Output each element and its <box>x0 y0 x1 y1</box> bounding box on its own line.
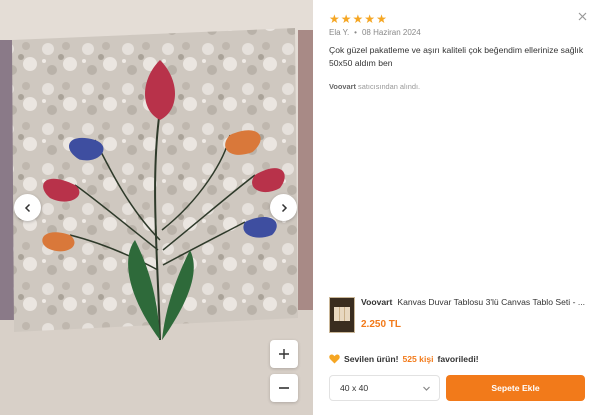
product-price: 2.250 TL <box>361 319 402 330</box>
seller-info: Voovart satıcısından alındı. <box>329 82 420 91</box>
star-icon: ★ <box>364 12 376 26</box>
product-brand: Voovart <box>361 297 393 307</box>
close-icon <box>578 12 586 20</box>
rating-stars: ★ ★ ★ ★ ★ <box>329 13 387 25</box>
review-image-gallery <box>0 0 313 415</box>
favorites-suffix: favoriledi! <box>437 354 479 364</box>
review-photo <box>0 0 313 415</box>
star-icon: ★ <box>340 12 352 26</box>
close-button[interactable] <box>574 8 590 24</box>
chevron-right-icon <box>281 203 287 212</box>
size-select-value: 40 x 40 <box>340 383 369 393</box>
product-thumbnail[interactable] <box>329 297 355 333</box>
seller-suffix: satıcısından alındı. <box>358 82 421 91</box>
review-meta: Ela Y. • 08 Haziran 2024 <box>329 28 421 37</box>
plus-icon <box>279 349 289 359</box>
review-date: 08 Haziran 2024 <box>361 28 421 37</box>
size-select[interactable]: 40 x 40 <box>329 375 440 401</box>
minus-icon <box>279 387 289 389</box>
chevron-left-icon <box>24 203 30 212</box>
review-author: Ela Y. <box>329 28 350 37</box>
add-to-cart-button[interactable]: Sepete Ekle <box>446 375 585 401</box>
star-icon: ★ <box>329 12 340 26</box>
review-image-modal: ★ ★ ★ ★ ★ Ela Y. • 08 Haziran 2024 Çok güz… <box>0 0 600 415</box>
favorites-banner: Sevilen ürün! 525 kişi favoriledi! <box>329 354 479 364</box>
chevron-down-icon <box>423 386 430 391</box>
next-image-button[interactable] <box>270 194 297 221</box>
favorites-label: Sevilen ürün! <box>344 354 399 364</box>
meta-separator: • <box>354 28 357 37</box>
review-text: Çok güzel pakatleme ve aşırı kaliteli ço… <box>329 45 584 68</box>
product-title[interactable]: Voovart Kanvas Duvar Tablosu 3'lü Canvas … <box>361 297 591 307</box>
review-detail-panel: ★ ★ ★ ★ ★ Ela Y. • 08 Haziran 2024 Çok güz… <box>313 0 600 415</box>
zoom-in-button[interactable] <box>270 340 298 368</box>
seller-name: Voovart <box>329 82 356 91</box>
product-name: Kanvas Duvar Tablosu 3'lü Canvas Tablo S… <box>397 297 585 307</box>
zoom-out-button[interactable] <box>270 374 298 402</box>
previous-image-button[interactable] <box>14 194 41 221</box>
heart-icon <box>329 354 340 364</box>
star-icon: ★ <box>352 12 364 26</box>
product-card[interactable]: Voovart Kanvas Duvar Tablosu 3'lü Canvas … <box>329 297 589 339</box>
star-icon: ★ <box>376 12 387 26</box>
favorites-count: 525 kişi <box>402 354 434 364</box>
